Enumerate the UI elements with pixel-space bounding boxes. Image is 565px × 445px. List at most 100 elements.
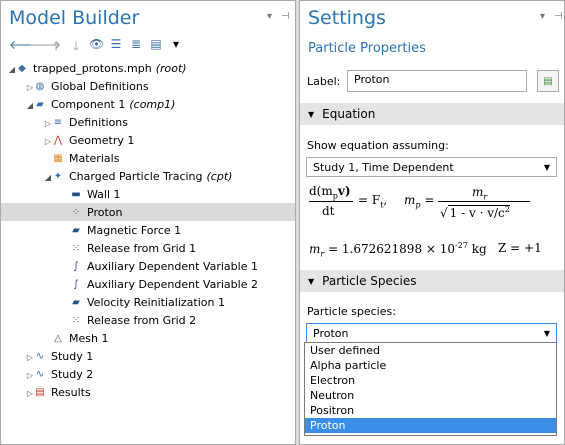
species-option[interactable]: User defined <box>305 343 556 358</box>
tree-item[interactable]: ▷ ▤ Results <box>1 383 295 401</box>
tree-item-label: Magnetic Force 1 <box>87 223 182 237</box>
tree-indent: ▷ <box>1 134 51 147</box>
pin-icon[interactable]: ⊣ <box>281 11 290 22</box>
charge-number-line: Z = +1 <box>498 241 542 255</box>
tree-item-label: Results <box>51 385 91 399</box>
tree-item[interactable]: △ Mesh 1 <box>1 329 295 347</box>
mesh-icon: △ <box>54 332 62 344</box>
study-icon: ∿ <box>35 368 45 380</box>
expand-icon[interactable]: ≣ <box>129 37 143 58</box>
toolbar-dropdown-icon[interactable]: ▾ <box>169 37 183 58</box>
fraction-line <box>438 201 530 202</box>
species-section-title: Particle Species <box>322 274 417 288</box>
definitions-icon: ≡ <box>53 116 63 128</box>
tree-indent: ◢ <box>1 98 33 111</box>
tree-item[interactable]: ◢ ▰ Component 1 (comp1) <box>1 95 295 113</box>
eq-denominator: dt <box>322 204 335 218</box>
tree-item[interactable]: ▷ ⋀ Geometry 1 <box>1 131 295 149</box>
forward-arrow-icon[interactable]: 🡒 <box>29 37 61 58</box>
results-icon: ▤ <box>35 386 45 398</box>
eq-force: = Ft, <box>358 193 388 210</box>
release-grid-icon: ⁙ <box>71 242 81 254</box>
model-icon: ◆ <box>18 62 26 74</box>
velocity-reinit-icon: ▰ <box>72 296 80 308</box>
tree-item[interactable]: ∫ Auxiliary Dependent Variable 1 <box>1 257 295 275</box>
tree-item[interactable]: ▷ ◍ Global Definitions <box>1 77 295 95</box>
equation-section-title: Equation <box>322 107 376 121</box>
settings-title: Settings <box>308 7 386 29</box>
collapse-icon[interactable]: ☰ <box>109 37 123 58</box>
tree-item-tag: (comp1) <box>129 97 176 111</box>
tree-item-label: Release from Grid 2 <box>87 313 197 327</box>
tree-item-label: Wall 1 <box>87 187 121 201</box>
tree-item-label: Study 2 <box>51 367 94 381</box>
species-select[interactable]: Proton ▼ <box>306 323 557 343</box>
view-menu-icon[interactable]: ▾ <box>267 11 272 22</box>
tree-item-label: Global Definitions <box>51 79 149 93</box>
label-edit-icon[interactable]: ▤ <box>537 70 559 92</box>
study-icon: ∿ <box>35 350 45 362</box>
tree-item[interactable]: ▦ Materials <box>1 149 295 167</box>
collapse-triangle-icon: ▼ <box>308 109 315 119</box>
rest-mass-line: mr = 1.672621898 × 10-27 kg <box>309 241 487 259</box>
label-field[interactable]: Proton <box>347 70 527 92</box>
tree-item[interactable]: ∫ Auxiliary Dependent Variable 2 <box>1 275 295 293</box>
tree-item[interactable]: ▷ ∿ Study 1 <box>1 347 295 365</box>
back-arrow-icon[interactable]: 🡐 <box>9 37 41 58</box>
species-caption: Particle species: <box>307 305 396 318</box>
release-grid-icon: ⁙ <box>71 314 81 326</box>
study-select-value: Study 1, Time Dependent <box>313 160 454 174</box>
model-builder-panel: Model Builder ▾ ⊣ 🡐 🡒 🡑 🡓 👁 ☰ ≣ ▤ ▾ ◢ ◆ tr… <box>0 0 296 445</box>
tree-indent: ▷ <box>1 116 51 129</box>
tree-item-label: Auxiliary Dependent Variable 2 <box>87 277 258 291</box>
tree-item-label: Release from Grid 1 <box>87 241 197 255</box>
view-menu-icon[interactable]: ▾ <box>540 11 545 22</box>
show-equation-caption: Show equation assuming: <box>307 139 449 152</box>
species-section-header[interactable]: ▼ Particle Species <box>300 270 564 292</box>
tree-item[interactable]: ▰ Magnetic Force 1 <box>1 221 295 239</box>
model-tree: ◢ ◆ trapped_protons.mph (root) ▷ ◍ Global Defi… <box>1 59 295 401</box>
show-icon[interactable]: 👁 <box>89 37 104 58</box>
study-select[interactable]: Study 1, Time Dependent ▼ <box>306 157 557 177</box>
tree-item-label: trapped_protons.mph <box>33 61 152 75</box>
tree-indent: ◢ <box>1 170 51 183</box>
tree-item-label: Mesh 1 <box>69 331 109 345</box>
tree-item-label: Definitions <box>69 115 128 129</box>
tree-item[interactable]: ◢ ◆ trapped_protons.mph (root) <box>1 59 295 77</box>
fraction-line <box>309 201 353 202</box>
species-option[interactable]: Neutron <box>305 388 556 403</box>
move-up-icon[interactable]: 🡑 <box>49 37 63 58</box>
component-icon: ▰ <box>36 98 44 110</box>
move-down-icon[interactable]: 🡓 <box>69 37 83 58</box>
tree-options-icon[interactable]: ▤ <box>149 37 163 58</box>
proton-icon: ⁘ <box>71 206 81 218</box>
aux-variable-icon: ∫ <box>73 260 79 272</box>
tree-item-tag: (root) <box>155 61 187 75</box>
tree-item[interactable]: ▷ ≡ Definitions <box>1 113 295 131</box>
model-builder-toolbar: 🡐 🡒 🡑 🡓 👁 ☰ ≣ ▤ ▾ <box>9 37 183 58</box>
particle-tracing-icon: ✦ <box>53 170 63 182</box>
species-option[interactable]: Positron <box>305 403 556 418</box>
tree-item[interactable]: ▬ Wall 1 <box>1 185 295 203</box>
tree-item[interactable]: ⁙ Release from Grid 2 <box>1 311 295 329</box>
tree-item-label: Component 1 <box>51 97 126 111</box>
pin-icon[interactable]: ⊣ <box>554 11 563 22</box>
tree-item[interactable]: ▰ Velocity Reinitialization 1 <box>1 293 295 311</box>
tree-indent: ▷ <box>1 386 33 399</box>
tree-item[interactable]: ⁘ Proton <box>1 203 295 221</box>
tree-item-tag: (cpt) <box>206 169 233 183</box>
model-builder-title: Model Builder <box>9 7 140 29</box>
tree-item-label: Proton <box>87 205 123 219</box>
equation-section-header[interactable]: ▼ Equation <box>300 103 564 125</box>
settings-subtitle: Particle Properties <box>308 41 426 56</box>
species-option[interactable]: Electron <box>305 373 556 388</box>
wall-icon: ▬ <box>71 188 81 200</box>
chevron-down-icon: ▼ <box>543 328 550 338</box>
tree-item[interactable]: ⁙ Release from Grid 1 <box>1 239 295 257</box>
tree-item-label: Velocity Reinitialization 1 <box>87 295 225 309</box>
species-option[interactable]: Alpha particle <box>305 358 556 373</box>
tree-item[interactable]: ◢ ✦ Charged Particle Tracing (cpt) <box>1 167 295 185</box>
species-option[interactable]: Proton <box>305 418 556 433</box>
tree-item[interactable]: ▷ ∿ Study 2 <box>1 365 295 383</box>
materials-icon: ▦ <box>53 152 63 164</box>
